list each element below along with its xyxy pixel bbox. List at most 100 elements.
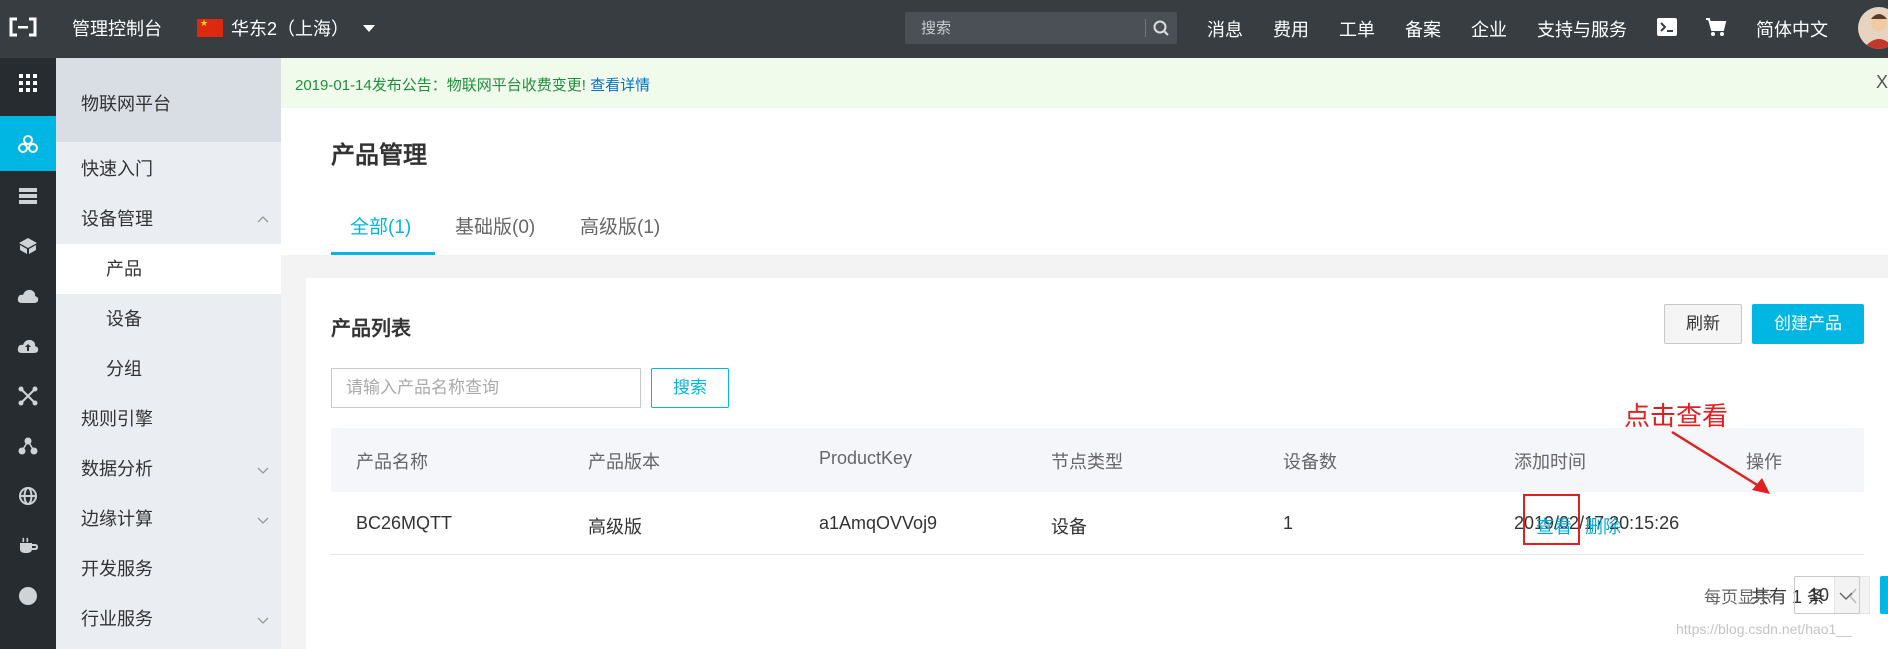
nav-enterprise[interactable]: 企业 <box>1471 16 1507 42</box>
highlight-box <box>1523 494 1580 545</box>
terminal-icon[interactable] <box>1656 17 1678 37</box>
chevron-down-icon <box>1839 592 1853 600</box>
col-product-version: 产品版本 <box>588 452 660 472</box>
tab-all[interactable]: 全部(1) <box>350 212 411 239</box>
cell-product-key: a1AmqOVVoj9 <box>819 513 938 533</box>
product-icon-rail <box>0 58 56 649</box>
menu-data-analysis-label: 数据分析 <box>81 459 153 479</box>
nav-messages[interactable]: 消息 <box>1207 16 1243 42</box>
page-size-select[interactable]: 10 <box>1794 576 1860 614</box>
card-title: 产品列表 <box>331 318 411 340</box>
menu-edge-computing[interactable]: 边缘计算 <box>56 494 281 544</box>
cup-icon <box>20 537 39 553</box>
rail-server[interactable] <box>0 171 56 221</box>
console-title[interactable]: 管理控制台 <box>72 15 162 41</box>
rail-cup[interactable] <box>0 521 56 571</box>
search-divider <box>1145 19 1146 37</box>
search-icon[interactable] <box>1149 16 1173 40</box>
col-product-name: 产品名称 <box>356 452 428 472</box>
announcement-text: 2019-01-14发布公告：物联网平台收费变更! <box>295 77 586 94</box>
product-search-input[interactable] <box>331 368 641 408</box>
rail-ecs[interactable] <box>0 221 56 271</box>
col-device-count: 设备数 <box>1283 452 1337 472</box>
annotation-arrow-icon <box>1671 430 1770 494</box>
tab-pro[interactable]: 高级版(1) <box>580 212 660 239</box>
page-header: 产品管理 全部(1) 基础版(0) 高级版(1) <box>281 108 1888 255</box>
aliyun-logo-icon[interactable] <box>8 16 38 38</box>
rail-circle[interactable] <box>0 571 56 621</box>
delete-link[interactable]: 删除 <box>1585 513 1621 539</box>
annotation-text: 点击查看 <box>1624 402 1729 431</box>
nav-icp[interactable]: 备案 <box>1405 16 1441 42</box>
side-menu: 物联网平台 快速入门 设备管理 产品 设备 分组 规则引擎 数据分析 边缘计算 … <box>56 58 281 649</box>
chevron-down-icon <box>257 617 269 624</box>
chevron-down-icon <box>257 467 269 474</box>
create-product-button[interactable]: 创建产品 <box>1752 304 1864 344</box>
rail-cloud[interactable] <box>0 271 56 321</box>
menu-edge-computing-label: 边缘计算 <box>81 509 153 529</box>
rail-all-products[interactable] <box>0 58 56 108</box>
product-search-button[interactable]: 搜索 <box>651 368 729 408</box>
table-header: 产品名称 产品版本 ProductKey 节点类型 设备数 添加时间 操作 <box>331 428 1864 492</box>
tab-basic[interactable]: 基础版(0) <box>455 212 535 239</box>
top-search <box>905 12 1177 44</box>
rail-cloud-upload[interactable] <box>0 321 56 371</box>
cart-icon[interactable] <box>1704 16 1728 38</box>
pagination-current-page[interactable]: 1 <box>1880 576 1888 614</box>
top-bar: 管理控制台 华东2（上海） 消息 费用 工单 备案 企业 支持与服务 简体中文 <box>0 0 1888 58</box>
close-icon[interactable]: X <box>1876 72 1888 93</box>
page-size-label: 每页显示: <box>1704 588 1777 607</box>
top-search-input[interactable] <box>905 12 1145 44</box>
nodes-icon <box>18 437 38 455</box>
cell-product-name: BC26MQTT <box>356 513 453 533</box>
chevron-up-icon <box>257 216 269 223</box>
menu-device-management-label: 设备管理 <box>81 209 153 229</box>
caret-down-icon <box>363 24 376 32</box>
menu-group[interactable]: 分组 <box>56 344 281 394</box>
cloud-icon <box>17 289 39 303</box>
menu-rule-engine[interactable]: 规则引擎 <box>56 394 281 444</box>
cell-node-type: 设备 <box>1051 517 1087 537</box>
side-menu-title: 物联网平台 <box>56 58 281 142</box>
chevron-down-icon <box>257 517 269 524</box>
cell-product-version: 高级版 <box>588 517 642 537</box>
server-icon <box>19 188 37 204</box>
nav-language[interactable]: 简体中文 <box>1756 16 1828 42</box>
china-flag-icon <box>197 18 223 37</box>
col-node-type: 节点类型 <box>1051 452 1123 472</box>
menu-industry-services[interactable]: 行业服务 <box>56 594 281 644</box>
cell-device-count: 1 <box>1283 513 1294 533</box>
rail-globe[interactable] <box>0 471 56 521</box>
grid-icon <box>19 74 37 92</box>
region-selector[interactable]: 华东2（上海） <box>197 15 376 41</box>
rail-iot[interactable] <box>0 116 56 171</box>
menu-dev-services[interactable]: 开发服务 <box>56 544 281 594</box>
globe-icon <box>19 487 37 505</box>
user-avatar-icon <box>1863 14 1888 49</box>
menu-device[interactable]: 设备 <box>56 294 281 344</box>
announcement-link[interactable]: 查看详情 <box>590 77 650 94</box>
cloud-upload-icon <box>17 339 39 353</box>
circle-icon <box>19 587 37 605</box>
rail-network[interactable] <box>0 371 56 421</box>
watermark: https://blog.csdn.net/hao1__ <box>1676 621 1852 637</box>
menu-device-management[interactable]: 设备管理 <box>56 194 281 244</box>
page-size-value: 10 <box>1809 585 1830 605</box>
menu-industry-services-label: 行业服务 <box>81 609 153 629</box>
avatar[interactable] <box>1858 7 1888 49</box>
network-icon <box>18 386 38 406</box>
tab-active-indicator <box>331 252 435 255</box>
menu-data-analysis[interactable]: 数据分析 <box>56 444 281 494</box>
col-added-time: 添加时间 <box>1514 452 1586 472</box>
menu-quick-start[interactable]: 快速入门 <box>56 144 281 194</box>
region-label: 华东2（上海） <box>231 19 350 39</box>
table-row: BC26MQTT 高级版 a1AmqOVVoj9 设备 1 2019/02/17… <box>331 492 1864 555</box>
nav-billing[interactable]: 费用 <box>1273 16 1309 42</box>
rail-nodes[interactable] <box>0 421 56 471</box>
menu-product[interactable]: 产品 <box>56 244 281 294</box>
refresh-button[interactable]: 刷新 <box>1664 304 1742 344</box>
nav-tickets[interactable]: 工单 <box>1339 16 1375 42</box>
iot-icon <box>18 134 38 153</box>
page-title: 产品管理 <box>331 142 427 169</box>
nav-support[interactable]: 支持与服务 <box>1537 16 1627 42</box>
